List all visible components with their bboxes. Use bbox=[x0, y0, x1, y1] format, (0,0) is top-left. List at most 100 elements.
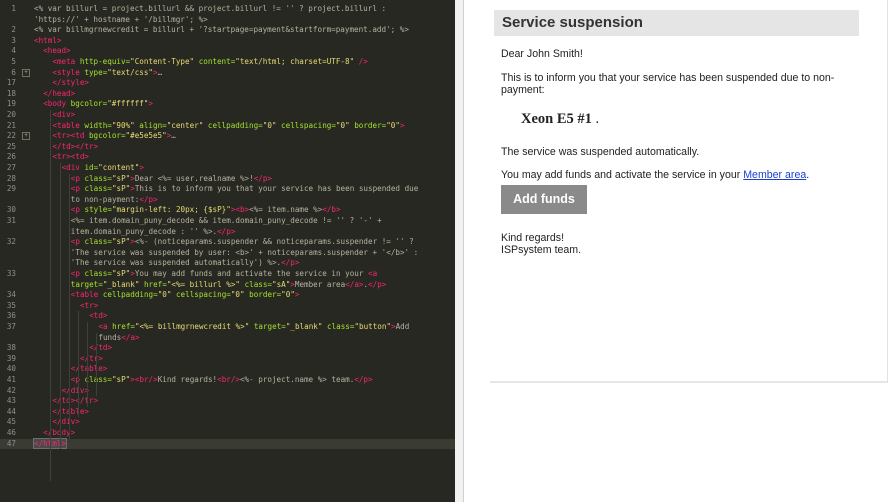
code-token: 'The service was suspended by user: <b>'… bbox=[70, 247, 419, 257]
code-text: <% var billurl = project.billurl && proj… bbox=[34, 4, 386, 14]
code-token: class= bbox=[84, 237, 112, 247]
code-line[interactable]: 5 <meta http-equiv="Content-Type" content… bbox=[0, 57, 455, 67]
line-number: 1 bbox=[11, 4, 16, 13]
code-token: "0" bbox=[230, 290, 250, 300]
code-text: </table> bbox=[71, 364, 108, 374]
line-number: 39 bbox=[6, 353, 16, 363]
add-funds-button[interactable]: Add funds bbox=[501, 185, 587, 214]
code-token: cellspacing= bbox=[175, 290, 231, 300]
code-token: funds bbox=[98, 332, 122, 342]
code-token: cellspacing= bbox=[281, 120, 336, 130]
code-token: ><br/> bbox=[130, 375, 158, 384]
regards-line-1: Kind regards! bbox=[501, 232, 565, 244]
line-number: 18 bbox=[6, 88, 16, 98]
code-text: <p style="margin-left: 20px; {$sP}"><b><… bbox=[71, 205, 341, 215]
indent-guide bbox=[96, 332, 98, 397]
code-token: </p> bbox=[368, 279, 387, 289]
line-number: 21 bbox=[6, 120, 16, 130]
code-line[interactable]: 17 </style> bbox=[0, 78, 455, 88]
code-line[interactable]: 21 <table width="90%" align="center" cell… bbox=[0, 121, 455, 131]
code-text: <body bgcolor="#ffffff"> bbox=[43, 99, 153, 109]
code-token: "0" bbox=[262, 120, 282, 130]
code-line[interactable]: 6 + <style type="text/css">… bbox=[0, 68, 455, 78]
code-token: </p> bbox=[217, 226, 236, 236]
code-text: <style type="text/css">… bbox=[52, 68, 162, 78]
code-token: style= bbox=[84, 205, 112, 215]
code-token: content= bbox=[198, 57, 236, 66]
line-number: 2 bbox=[11, 25, 16, 35]
code-text: <div> bbox=[52, 110, 75, 120]
code-line[interactable]: 4 <head> bbox=[0, 46, 455, 56]
code-text: </table> bbox=[52, 407, 89, 417]
code-token: class= bbox=[84, 375, 112, 384]
line-number: 26 bbox=[6, 152, 16, 162]
code-token: "content" bbox=[98, 163, 140, 172]
item-suffix: . bbox=[591, 111, 600, 127]
indent-guide bbox=[78, 311, 79, 418]
indent-guide bbox=[59, 163, 61, 450]
code-line[interactable]: 27 <div id="content"> bbox=[0, 163, 455, 173]
code-token: to non-payment: bbox=[70, 194, 140, 204]
code-token: </head> bbox=[43, 88, 76, 98]
code-text: <p class="sP"><%- (noticeparams.suspende… bbox=[71, 237, 414, 247]
member-area-link[interactable]: Member area bbox=[743, 169, 806, 181]
fold-toggle-icon[interactable]: + bbox=[22, 68, 30, 77]
code-token: </table> bbox=[70, 364, 108, 374]
code-token: "<%= billmgrnewcredit %>" bbox=[134, 322, 254, 331]
code-line[interactable]: 22 + <tr><td bgcolor="#e5e5e5">… bbox=[0, 131, 455, 141]
code-line[interactable]: 47</html> bbox=[0, 437, 455, 449]
code-text: <p class="sP">Dear <%= user.realname %>!… bbox=[71, 174, 272, 184]
code-token: "#e5e5e5" bbox=[125, 131, 167, 141]
code-token: "0" bbox=[157, 290, 176, 300]
code-text: <div id="content"> bbox=[62, 163, 144, 173]
code-token: target= bbox=[70, 279, 103, 289]
code-text: <tr> bbox=[80, 301, 98, 311]
email-title: Service suspension bbox=[502, 14, 643, 31]
code-token: class= bbox=[84, 269, 112, 278]
fold-toggle-icon[interactable]: + bbox=[22, 132, 30, 141]
code-text: </head> bbox=[43, 89, 75, 99]
code-token: <div bbox=[61, 163, 85, 172]
code-line[interactable]: 3 <html> bbox=[0, 36, 455, 46]
code-token: "margin-left: 20px; {$sP}" bbox=[111, 205, 231, 215]
code-editor[interactable]: 1 <% var billurl = project.billurl && pro… bbox=[0, 0, 455, 502]
regards-text: Kind regards! ISPsystem team. bbox=[501, 232, 581, 256]
code-token: Member area bbox=[294, 279, 346, 289]
code-token: "text/css" bbox=[107, 67, 153, 77]
code-text: <tr><td> bbox=[52, 152, 89, 162]
code-line[interactable]: 26 <tr><td> bbox=[0, 152, 455, 162]
code-line[interactable]: 19 <body bgcolor="#ffffff"> bbox=[0, 99, 455, 109]
code-text: <head> bbox=[43, 46, 70, 56]
code-line[interactable]: 'https://' + hostname + '/billmgr'; %> bbox=[0, 15, 455, 25]
indent-guide bbox=[68, 173, 70, 439]
line-number: 42 bbox=[6, 385, 16, 395]
line-number: 6 bbox=[11, 67, 16, 77]
code-text: <p class="sP">This is to inform you that… bbox=[71, 184, 418, 194]
code-token: align= bbox=[139, 120, 167, 130]
code-line[interactable]: 20 <div> bbox=[0, 110, 455, 120]
line-number: 27 bbox=[6, 163, 16, 172]
code-text: to non-payment:</p> bbox=[71, 195, 158, 205]
code-token: ><b> bbox=[230, 205, 250, 215]
code-token: Add bbox=[395, 322, 410, 331]
code-line[interactable]: 1 <% var billurl = project.billurl && pro… bbox=[0, 4, 455, 14]
code-text: </style> bbox=[52, 78, 89, 88]
code-line[interactable]: 2 <% var billmgrnewcredit = billurl + '?s… bbox=[0, 25, 455, 35]
line-number: 20 bbox=[6, 110, 16, 119]
code-token: </div> bbox=[61, 385, 90, 395]
code-text: <tr><td bgcolor="#e5e5e5">… bbox=[52, 131, 175, 141]
code-text: 'The service was suspended by user: <b>'… bbox=[71, 248, 418, 258]
code-line[interactable]: 18 </head> bbox=[0, 89, 455, 99]
line-number: 34 bbox=[6, 290, 16, 300]
line-number: 32 bbox=[6, 237, 16, 247]
code-token: > bbox=[399, 120, 405, 130]
code-token: "Content-Type" bbox=[130, 57, 199, 66]
line-number: 47 bbox=[6, 438, 16, 448]
code-line[interactable]: 25 </td></tr> bbox=[0, 142, 455, 152]
code-token: Dear <%= user.realname %>! bbox=[134, 173, 254, 183]
regards-line-2: ISPsystem team. bbox=[501, 244, 582, 256]
pane-splitter[interactable] bbox=[455, 0, 463, 502]
code-token: </td></tr> bbox=[52, 141, 99, 151]
line-number: 41 bbox=[6, 375, 16, 384]
code-text: <p class="sP">You may add funds and acti… bbox=[71, 269, 377, 279]
